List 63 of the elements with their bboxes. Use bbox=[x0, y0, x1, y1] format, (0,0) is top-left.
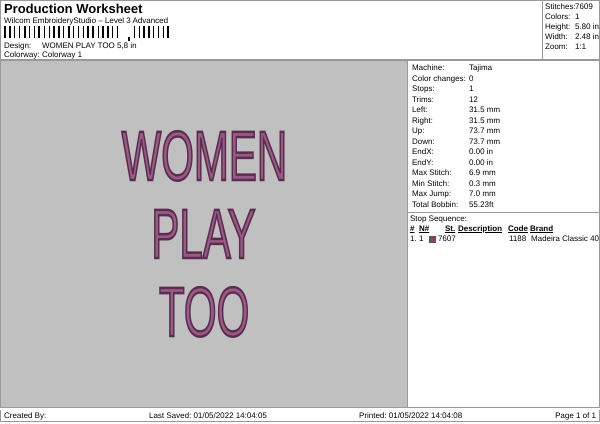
detail-value: 55.23ft bbox=[468, 200, 494, 210]
detail-value: 0.00 in bbox=[468, 147, 493, 158]
stat-label: Stitches: bbox=[545, 2, 575, 12]
detail-value: 12 bbox=[468, 94, 478, 105]
column-header: # bbox=[410, 224, 416, 234]
detail-value: 6.9 mm bbox=[468, 168, 496, 178]
stat-label: Height: bbox=[545, 22, 572, 32]
detail-label: Max Jump: bbox=[412, 189, 452, 200]
detail-label: Machine: bbox=[412, 63, 446, 74]
stat-value: 1:1 bbox=[575, 42, 586, 52]
detail-value: 31.5 mm bbox=[468, 105, 500, 116]
table-cell: Madeira Classic 40 bbox=[530, 234, 599, 244]
detail-label: Min Stitch: bbox=[412, 178, 450, 189]
detail-label: Max Stitch: bbox=[412, 168, 453, 178]
detail-label: Total Bobbin: bbox=[412, 200, 460, 210]
embroidered-text: PLAY bbox=[152, 196, 256, 272]
column-header: Description bbox=[458, 224, 503, 234]
detail-value: 7.0 mm bbox=[468, 189, 496, 200]
detail-label: Stops: bbox=[412, 84, 436, 94]
detail-value: 31.5 mm bbox=[468, 116, 500, 126]
embroidered-text: WOMEN bbox=[121, 118, 287, 194]
column-header: N# bbox=[418, 224, 430, 234]
detail-label: EndY: bbox=[412, 158, 434, 168]
detail-label: Down: bbox=[412, 136, 436, 147]
detail-label: Color changes: bbox=[412, 74, 467, 84]
printed-date: Printed: 01/05/2022 14:04:08 bbox=[359, 410, 464, 420]
column-header: St. bbox=[444, 224, 456, 234]
field-label: Colorway: bbox=[4, 50, 41, 59]
stat-value: 7609 bbox=[575, 2, 593, 12]
worksheet-title: Production Worksheet bbox=[4, 2, 144, 16]
table-cell-text: 1. bbox=[410, 234, 418, 244]
stat-value: 1 bbox=[575, 12, 580, 22]
stat-label: Width: bbox=[545, 32, 569, 42]
stat-value: 5.80 in bbox=[574, 22, 599, 32]
table-cell-text: 7607 bbox=[438, 234, 457, 244]
stop-sequence-title: Stop Sequence: bbox=[410, 214, 468, 224]
embroidered-text: TOO bbox=[158, 274, 250, 350]
detail-value: 0.00 in bbox=[468, 158, 493, 168]
stat-label: Colors: bbox=[545, 12, 572, 22]
field-value: Colorway 1 bbox=[42, 50, 82, 59]
created-by: Created By: bbox=[4, 410, 48, 420]
detail-value: 73.7 mm bbox=[468, 126, 500, 136]
stat-value: 2.48 in bbox=[574, 32, 599, 42]
field-label: Design: bbox=[4, 41, 32, 50]
page-number: Page 1 of 1 bbox=[555, 410, 596, 420]
detail-value: Tajima bbox=[468, 63, 492, 74]
detail-label: EndX: bbox=[412, 147, 435, 158]
detail-label: Trims: bbox=[412, 94, 435, 105]
detail-label: Up: bbox=[412, 126, 426, 136]
field-value: WOMEN PLAY TOO 5,8 in bbox=[42, 41, 137, 50]
table-cell-text: 1 bbox=[418, 234, 424, 244]
detail-value: 0 bbox=[468, 74, 474, 84]
stat-label: Zoom: bbox=[545, 42, 569, 52]
table-cell-text: 1188 bbox=[508, 234, 528, 244]
detail-value: 73.7 mm bbox=[468, 136, 500, 147]
column-header: Brand bbox=[530, 224, 554, 234]
detail-value: 0.3 mm bbox=[468, 178, 496, 189]
software-name: Wilcom EmbroideryStudio – Level 3 Advanced bbox=[4, 16, 170, 25]
last-saved: Last Saved: 01/05/2022 14:04:05 bbox=[149, 410, 268, 420]
detail-label: Right: bbox=[412, 116, 434, 126]
detail-label: Left: bbox=[412, 105, 429, 116]
column-header: Code bbox=[508, 224, 529, 234]
detail-value: 1 bbox=[468, 84, 474, 94]
